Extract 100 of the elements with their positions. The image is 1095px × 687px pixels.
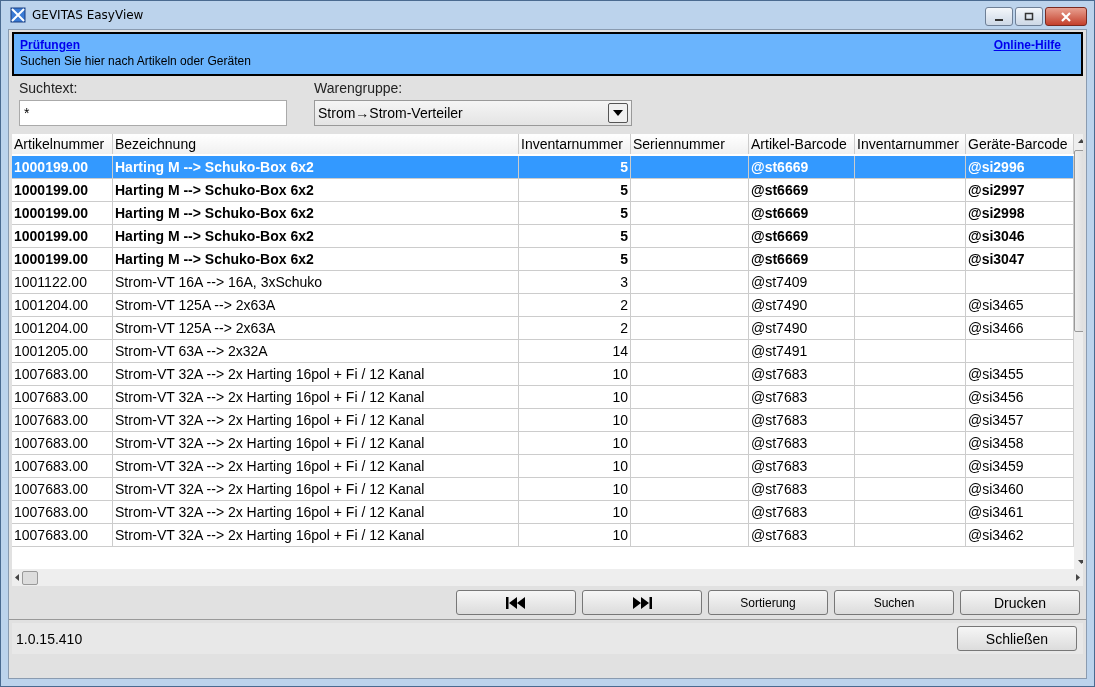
table-cell: @st7683	[751, 389, 808, 405]
table-cell: 1001205.00	[14, 343, 88, 359]
table-cell: @st7490	[751, 297, 808, 313]
table-cell: 1001204.00	[14, 297, 88, 313]
table-row[interactable]: 1000199.00 Harting M --> Schuko-Box 6x2 5 @st6669 @si2997	[12, 178, 1074, 202]
inventory-number-header[interactable]: Inventarnummer	[518, 134, 631, 155]
table-cell: Strom-VT 32A --> 2x Harting 16pol + Fi / 12 Kanal	[115, 527, 425, 543]
article-number-header[interactable]: Artikelnummer	[12, 134, 113, 155]
table-cell: Strom-VT 32A --> 2x Harting 16pol + Fi / 12 Kanal	[115, 412, 425, 428]
maximize-icon	[1024, 11, 1034, 22]
table-cell: @st7683	[751, 527, 808, 543]
app-icon	[10, 7, 26, 23]
table-cell: @st7683	[751, 458, 808, 474]
maximize-button[interactable]	[1015, 7, 1043, 26]
table-cell: 14	[612, 343, 628, 359]
table-cell: @st6669	[751, 205, 809, 221]
table-cell: @st7409	[751, 274, 808, 290]
scrollbar-thumb[interactable]	[22, 570, 38, 585]
close-button[interactable]	[1045, 7, 1087, 26]
group-label: Warengruppe:	[314, 80, 404, 96]
table-cell: 10	[612, 458, 628, 474]
table-cell: 10	[612, 481, 628, 497]
table-cell: 1007683.00	[14, 412, 88, 428]
table-cell: @si3460	[968, 481, 1024, 497]
table-row[interactable]: 1001204.00 Strom-VT 125A --> 2x63A 2 @st7490 @si3466	[12, 316, 1074, 340]
table-row[interactable]: 1007683.00 Strom-VT 32A --> 2x Harting 16pol + Fi / 12 Kanal 10 @st7683 @si3456	[12, 385, 1074, 409]
table-cell: 1007683.00	[14, 527, 88, 543]
table-cell: @si3456	[968, 389, 1024, 405]
table-cell: @st6669	[751, 159, 809, 175]
down-arrow-icon	[1077, 560, 1083, 564]
table-cell: 10	[612, 504, 628, 520]
up-arrow-icon	[1077, 139, 1083, 143]
right-arrow-icon	[1076, 574, 1080, 581]
search-field[interactable]: *	[19, 100, 287, 126]
sort-button[interactable]: Sortierung	[708, 590, 828, 615]
table-row[interactable]: 1007683.00 Strom-VT 32A --> 2x Harting 16pol + Fi / 12 Kanal 10 @st7683 @si3458	[12, 431, 1074, 455]
table-cell: Strom-VT 63A --> 2x32A	[115, 343, 268, 359]
inventory-number-header[interactable]: Inventarnummer	[854, 134, 966, 155]
table-cell: @st7683	[751, 435, 808, 451]
table-cell: Harting M --> Schuko-Box 6x2	[115, 159, 314, 175]
table-row[interactable]: 1001204.00 Strom-VT 125A --> 2x63A 2 @st7490 @si3465	[12, 293, 1074, 317]
table-cell: 1000199.00	[14, 251, 88, 267]
first-record-button[interactable]	[456, 590, 576, 615]
table-cell: 5	[620, 251, 628, 267]
table-row[interactable]: 1000199.00 Harting M --> Schuko-Box 6x2 5 @st6669 @si2998	[12, 201, 1074, 225]
table-cell: 1007683.00	[14, 366, 88, 382]
close-icon	[1060, 11, 1072, 22]
group-dropdown[interactable]: Strom→Strom-Verteiler	[314, 100, 632, 126]
table-cell: 1007683.00	[14, 458, 88, 474]
table-cell: @si3459	[968, 458, 1024, 474]
table-row[interactable]: 1007683.00 Strom-VT 32A --> 2x Harting 16pol + Fi / 12 Kanal 10 @st7683 @si3459	[12, 454, 1074, 478]
table-cell: 1000199.00	[14, 182, 88, 198]
article-barcode-header[interactable]: Artikel-Barcode	[748, 134, 855, 155]
table-cell: @st7683	[751, 481, 808, 497]
table-cell: 1000199.00	[14, 228, 88, 244]
help-link[interactable]: Online-Hilfe	[993, 38, 1061, 52]
table-cell: @si3458	[968, 435, 1024, 451]
device-barcode-header[interactable]: Geräte-Barcode	[965, 134, 1074, 155]
serial-number-header[interactable]: Seriennummer	[630, 134, 749, 155]
table-cell: @si3046	[968, 228, 1025, 244]
table-row[interactable]: 1007683.00 Strom-VT 32A --> 2x Harting 16pol + Fi / 12 Kanal 10 @st7683 @si3462	[12, 523, 1074, 547]
search-button[interactable]: Suchen	[834, 590, 954, 615]
table-cell: Strom-VT 125A --> 2x63A	[115, 320, 276, 336]
table-cell: @st6669	[751, 182, 809, 198]
table-row[interactable]: 1000199.00 Harting M --> Schuko-Box 6x2 5 @st6669 @si3046	[12, 224, 1074, 248]
table-cell: @si3047	[968, 251, 1025, 267]
table-cell: 10	[612, 527, 628, 543]
skip-back-icon	[506, 596, 526, 609]
table-cell: Strom-VT 125A --> 2x63A	[115, 297, 276, 313]
table-cell: @st7491	[751, 343, 808, 359]
table-cell: @st7683	[751, 366, 808, 382]
table-cell: 3	[620, 274, 628, 290]
description-header[interactable]: Bezeichnung	[112, 134, 519, 155]
table-row[interactable]: 1007683.00 Strom-VT 32A --> 2x Harting 16pol + Fi / 12 Kanal 10 @st7683 @si3455	[12, 362, 1074, 386]
table-row[interactable]: 1001122.00 Strom-VT 16A --> 16A, 3xSchuko 3 @st7409	[12, 270, 1074, 294]
table-cell: 2	[620, 320, 628, 336]
pruefungen-link[interactable]: Prüfungen	[20, 38, 80, 52]
table-cell: 10	[612, 435, 628, 451]
table-cell: @st6669	[751, 251, 809, 267]
last-record-button[interactable]	[582, 590, 702, 615]
table-cell: Harting M --> Schuko-Box 6x2	[115, 205, 314, 221]
table-row[interactable]: 1000199.00 Harting M --> Schuko-Box 6x2 5 @st6669 @si3047	[12, 247, 1074, 271]
print-button[interactable]: Drucken	[960, 590, 1080, 615]
table-row[interactable]: 1007683.00 Strom-VT 32A --> 2x Harting 16pol + Fi / 12 Kanal 10 @st7683 @si3461	[12, 500, 1074, 524]
table-row[interactable]: 1007683.00 Strom-VT 32A --> 2x Harting 16pol + Fi / 12 Kanal 10 @st7683 @si3457	[12, 408, 1074, 432]
table-cell: 5	[620, 205, 628, 221]
table-row[interactable]: 1007683.00 Strom-VT 32A --> 2x Harting 16pol + Fi / 12 Kanal 10 @st7683 @si3460	[12, 477, 1074, 501]
table-cell: 1007683.00	[14, 389, 88, 405]
minimize-icon	[995, 18, 1003, 21]
table-cell: @si3461	[968, 504, 1024, 520]
minimize-button[interactable]	[985, 7, 1013, 26]
table-cell: Strom-VT 32A --> 2x Harting 16pol + Fi / 12 Kanal	[115, 366, 425, 382]
table-cell: @si3465	[968, 297, 1024, 313]
table-row[interactable]: 1001205.00 Strom-VT 63A --> 2x32A 14 @st7491	[12, 339, 1074, 363]
table-cell: 5	[620, 182, 628, 198]
table-cell: 5	[620, 159, 628, 175]
table-cell: 1001204.00	[14, 320, 88, 336]
table-cell: @si3466	[968, 320, 1024, 336]
close-dialog-button[interactable]: Schließen	[957, 626, 1077, 651]
table-cell: 1000199.00	[14, 205, 88, 221]
